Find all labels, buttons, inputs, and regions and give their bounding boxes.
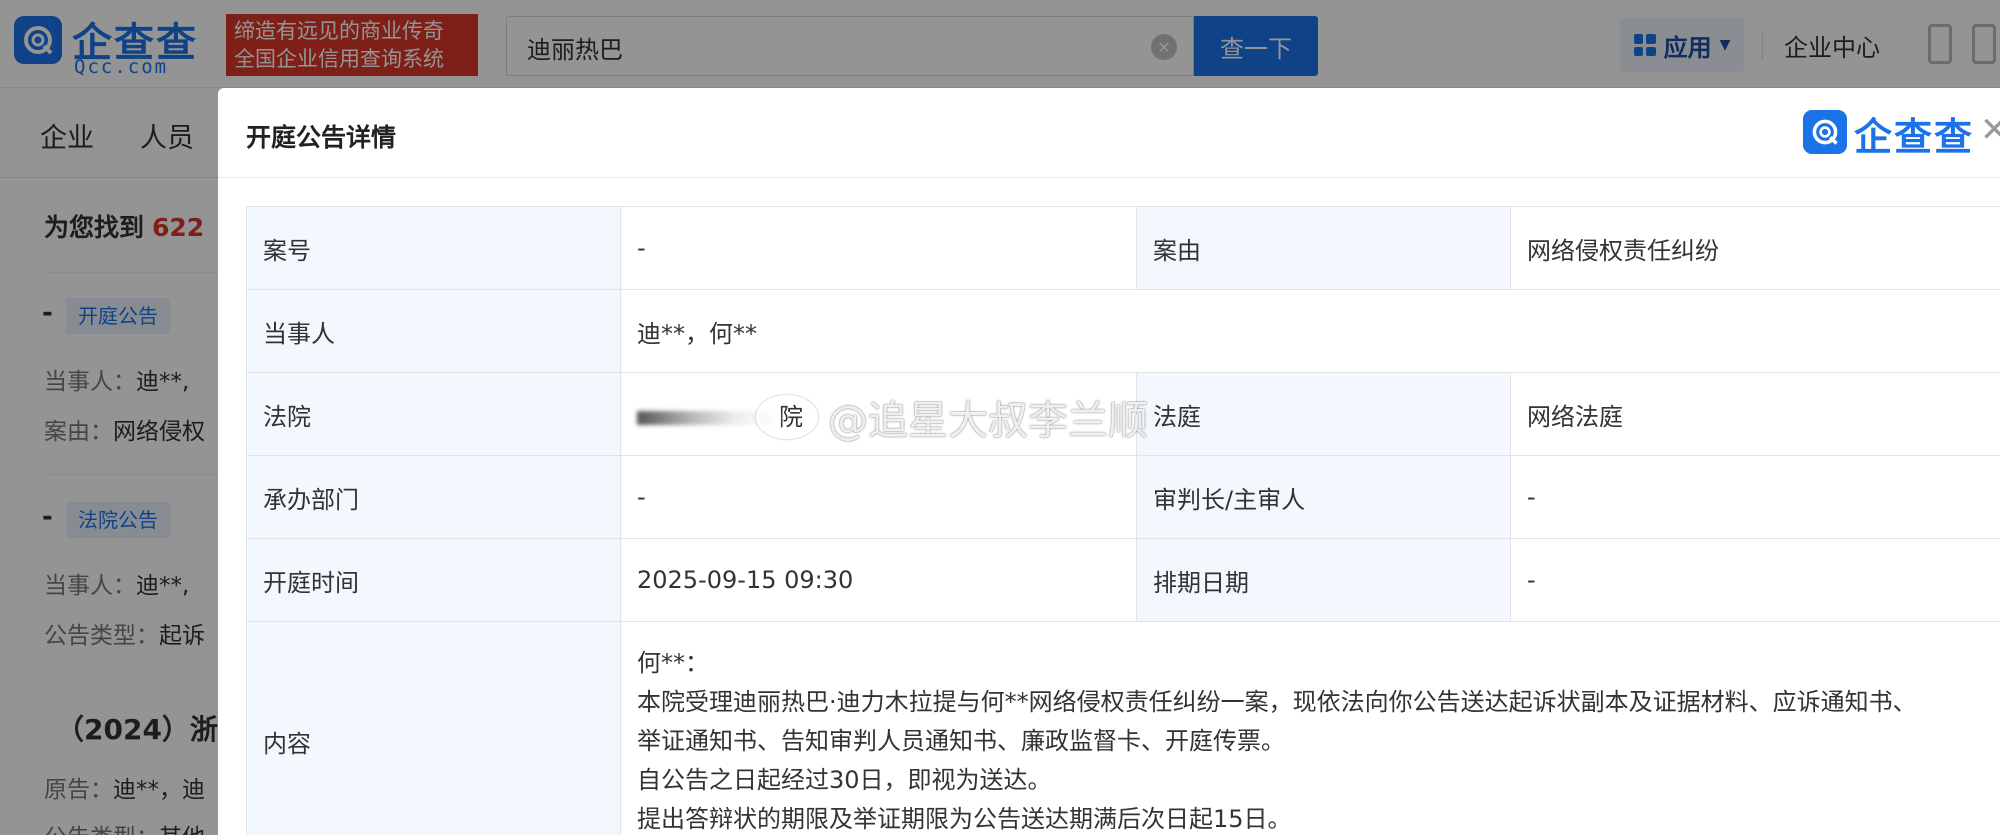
courtroom-value: 网络法庭 [1510,372,2000,456]
table-row: 案号 - 案由 网络侵权责任纠纷 [246,206,2000,290]
case-number-label: 案号 [246,206,621,290]
content-text: 何**： 本院受理迪丽热巴·迪力木拉提与何**网络侵权责任纠纷一案，现依法向你公… [637,649,1917,833]
content-value: 何**： 本院受理迪丽热巴·迪力木拉提与何**网络侵权责任纠纷一案，现依法向你公… [620,621,2000,835]
department-label: 承办部门 [246,455,621,539]
table-row: 法院 院 法庭 网络法庭 [246,372,2000,456]
department-value: - [620,455,1137,539]
table-row: 内容 何**： 本院受理迪丽热巴·迪力木拉提与何**网络侵权责任纠纷一案，现依法… [246,621,2000,835]
schedule-date-label: 排期日期 [1136,538,1511,622]
modal-logo-text: 企查查 [1854,115,1975,159]
case-cause-value: 网络侵权责任纠纷 [1510,206,2000,290]
judge-label: 审判长/主审人 [1136,455,1511,539]
court-value: 院 [620,372,1137,456]
table-row: 承办部门 - 审判长/主审人 - [246,455,2000,539]
modal-title: 开庭公告详情 [246,123,397,152]
hearing-time-label: 开庭时间 [246,538,621,622]
redacted-text [637,410,779,425]
hearing-detail-table: 案号 - 案由 网络侵权责任纠纷 当事人 迪**，何** 法院 院 法庭 网络法… [246,206,2000,835]
content-label: 内容 [246,621,621,835]
qcc-q-icon [1812,119,1838,145]
schedule-date-value: - [1510,538,2000,622]
party-value: 迪**，何** [620,289,2000,373]
qcc-logo-icon [1803,110,1847,154]
table-row: 开庭时间 2025-09-15 09:30 排期日期 - [246,538,2000,622]
modal-header: 开庭公告详情 企查查 ✕ [218,88,2000,178]
case-cause-label: 案由 [1136,206,1511,290]
judge-value: - [1510,455,2000,539]
party-label: 当事人 [246,289,621,373]
case-number-value: - [620,206,1137,290]
courtroom-label: 法庭 [1136,372,1511,456]
hearing-time-value: 2025-09-15 09:30 [620,538,1137,622]
hearing-notice-modal: 开庭公告详情 企查查 ✕ 案号 - 案由 网络侵权责任纠纷 当事人 迪**，何*… [218,88,2000,835]
court-label: 法院 [246,372,621,456]
table-row: 当事人 迪**，何** [246,289,2000,373]
close-icon[interactable]: ✕ [1980,110,2000,150]
